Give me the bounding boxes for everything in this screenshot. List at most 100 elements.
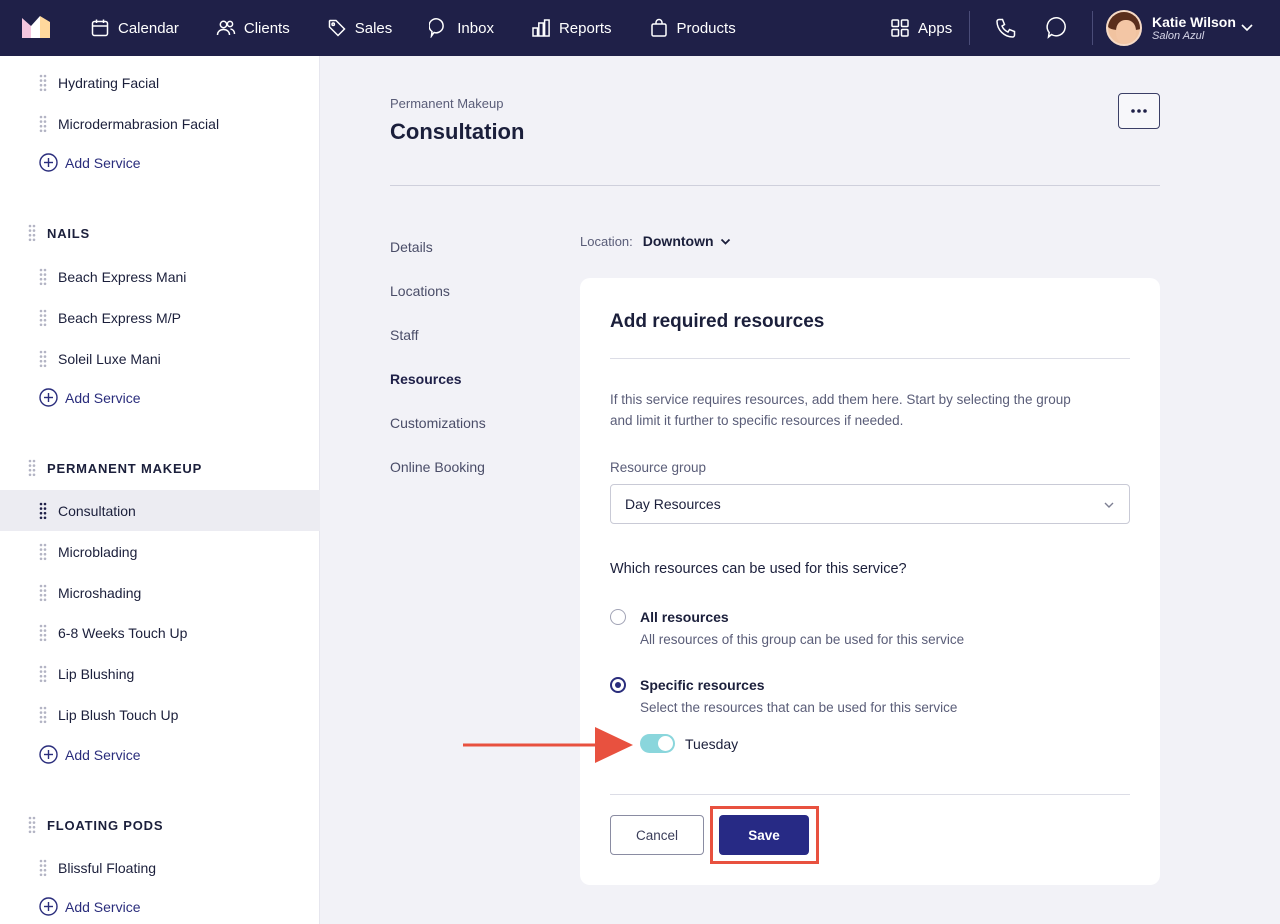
- add-service-button[interactable]: Add Service: [39, 897, 140, 916]
- nav-inbox-label: Inbox: [457, 19, 494, 37]
- drag-handle-icon[interactable]: [39, 74, 47, 92]
- chevron-down-icon: [1104, 502, 1114, 508]
- add-service-label: Add Service: [65, 746, 141, 763]
- message-icon[interactable]: [1045, 16, 1069, 40]
- phone-icon[interactable]: [994, 16, 1018, 40]
- nav-clients[interactable]: Clients: [216, 0, 307, 56]
- category-header-permanent-makeup: PERMANENT MAKEUP: [28, 459, 202, 477]
- nav-sales[interactable]: Sales: [327, 0, 410, 56]
- card-title: Add required resources: [610, 311, 825, 332]
- service-subnav: Details Locations Staff Resources Custom…: [390, 238, 486, 502]
- service-label: Blissful Floating: [58, 859, 157, 876]
- location-dropdown[interactable]: Downtown: [643, 233, 731, 249]
- services-sidebar: Hydrating Facial Microdermabrasion Facia…: [0, 56, 320, 924]
- service-item[interactable]: Blissful Floating: [0, 847, 320, 888]
- main-nav: Calendar Clients Sales Inbox Reports Pro…: [90, 0, 773, 56]
- nav-calendar[interactable]: Calendar: [90, 0, 196, 56]
- radio-all-resources[interactable]: [610, 609, 626, 625]
- avatar: [1106, 10, 1142, 46]
- subnav-resources[interactable]: Resources: [390, 370, 486, 414]
- service-label: Beach Express M/P: [58, 309, 181, 326]
- resource-toggle[interactable]: [640, 734, 675, 753]
- service-item[interactable]: Beach Express Mani: [0, 256, 320, 297]
- shopping-bag-icon: [650, 18, 667, 37]
- subnav-customizations[interactable]: Customizations: [390, 414, 486, 458]
- resource-group-label: Resource group: [610, 460, 707, 475]
- subnav-online-booking[interactable]: Online Booking: [390, 458, 486, 502]
- location-filter: Location: Downtown: [580, 233, 731, 249]
- service-item[interactable]: Beach Express M/P: [0, 297, 320, 338]
- resource-toggle-label: Tuesday: [685, 736, 739, 752]
- user-menu[interactable]: Katie Wilson Salon Azul: [1106, 10, 1236, 46]
- service-item[interactable]: Microshading: [0, 572, 320, 613]
- drag-handle-icon[interactable]: [39, 115, 47, 133]
- resource-group-select[interactable]: Day Resources: [610, 484, 1130, 524]
- resources-question: Which resources can be used for this ser…: [610, 561, 907, 577]
- divider: [610, 358, 1130, 359]
- apps-grid-icon: [891, 19, 909, 37]
- service-item[interactable]: Microdermabrasion Facial: [0, 103, 320, 144]
- category-header-floating-pods: FLOATING PODS: [28, 816, 163, 834]
- cancel-button[interactable]: Cancel: [610, 815, 704, 855]
- service-label: Microblading: [58, 543, 138, 560]
- resources-card: Add required resources If this service r…: [580, 278, 1160, 885]
- drag-handle-icon[interactable]: [39, 584, 47, 602]
- service-item[interactable]: Lip Blush Touch Up: [0, 694, 320, 735]
- drag-handle-icon[interactable]: [39, 268, 47, 286]
- nav-reports[interactable]: Reports: [531, 0, 629, 56]
- option-all-resources-subtitle: All resources of this group can be used …: [640, 632, 965, 647]
- service-label: Microshading: [58, 584, 142, 601]
- location-value: Downtown: [642, 233, 714, 249]
- subnav-locations[interactable]: Locations: [390, 282, 486, 326]
- service-label: Hydrating Facial: [58, 74, 160, 91]
- tag-icon: [328, 19, 346, 37]
- service-item[interactable]: Lip Blushing: [0, 653, 320, 694]
- plus-circle-icon: [39, 897, 58, 916]
- drag-handle-icon[interactable]: [28, 816, 36, 834]
- service-item[interactable]: Hydrating Facial: [0, 62, 320, 103]
- add-service-button[interactable]: Add Service: [39, 153, 140, 172]
- drag-handle-icon[interactable]: [39, 706, 47, 724]
- add-service-button[interactable]: Add Service: [39, 745, 140, 764]
- page-title: Consultation: [390, 119, 525, 144]
- drag-handle-icon[interactable]: [39, 665, 47, 683]
- option-specific-resources-title: Specific resources: [640, 677, 765, 693]
- top-navigation-bar: Calendar Clients Sales Inbox Reports Pro…: [0, 0, 1280, 56]
- bar-chart-icon: [532, 19, 550, 37]
- divider: [610, 794, 1130, 795]
- nav-sales-label: Sales: [354, 19, 393, 37]
- service-label: Soleil Luxe Mani: [58, 350, 161, 367]
- service-item[interactable]: 6-8 Weeks Touch Up: [0, 612, 320, 653]
- save-button[interactable]: Save: [719, 815, 809, 855]
- nav-inbox[interactable]: Inbox: [429, 0, 511, 56]
- drag-handle-icon[interactable]: [39, 624, 47, 642]
- nav-clients-label: Clients: [243, 19, 290, 37]
- service-item-selected[interactable]: Consultation: [0, 490, 320, 531]
- nav-products[interactable]: Products: [649, 0, 753, 56]
- plus-circle-icon: [39, 745, 58, 764]
- category-title: PERMANENT MAKEUP: [47, 460, 203, 476]
- apps-button[interactable]: Apps: [890, 0, 952, 56]
- radio-specific-resources[interactable]: [610, 677, 626, 693]
- service-item[interactable]: Soleil Luxe Mani: [0, 338, 320, 379]
- category-header-nails: NAILS: [28, 224, 90, 242]
- service-item[interactable]: Microblading: [0, 531, 320, 572]
- drag-handle-icon[interactable]: [39, 350, 47, 368]
- subnav-details[interactable]: Details: [390, 238, 486, 282]
- drag-handle-icon[interactable]: [39, 543, 47, 561]
- chevron-down-icon[interactable]: [1240, 20, 1254, 34]
- location-label: Location:: [580, 233, 633, 249]
- plus-circle-icon: [39, 388, 58, 407]
- chevron-down-icon: [720, 238, 730, 245]
- arrow-right-icon: [463, 727, 633, 763]
- drag-handle-icon[interactable]: [39, 309, 47, 327]
- drag-handle-icon[interactable]: [28, 224, 36, 242]
- chat-bubble-icon: [429, 18, 445, 38]
- drag-handle-icon[interactable]: [39, 859, 47, 877]
- brand-logo-icon[interactable]: [22, 16, 50, 38]
- drag-handle-icon[interactable]: [39, 502, 47, 520]
- add-service-button[interactable]: Add Service: [39, 388, 140, 407]
- subnav-staff[interactable]: Staff: [390, 326, 486, 370]
- drag-handle-icon[interactable]: [28, 459, 36, 477]
- more-options-button[interactable]: [1118, 93, 1160, 129]
